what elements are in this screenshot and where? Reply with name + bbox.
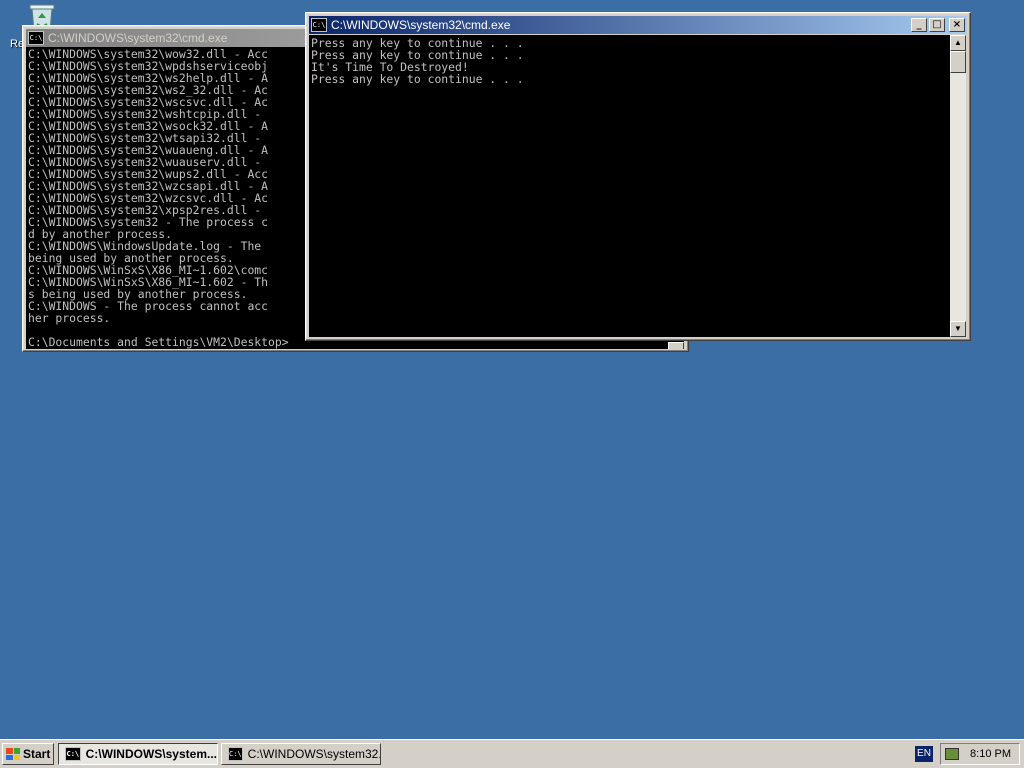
scroll-thumb[interactable]: [950, 51, 966, 73]
front-window-titlebar[interactable]: C:\ C:\WINDOWS\system32\cmd.exe _ □ ×: [309, 16, 967, 34]
front-window-vscrollbar[interactable]: ▲ ▼: [950, 35, 966, 337]
system-tray: 8:10 PM: [940, 743, 1020, 765]
maximize-button[interactable]: □: [929, 18, 945, 32]
cmd-icon: C:\: [228, 747, 243, 761]
scroll-down-button[interactable]: ▼: [950, 321, 966, 337]
cmd-icon: C:\: [65, 747, 81, 761]
cmd-icon: C:\: [311, 18, 327, 32]
close-button[interactable]: ×: [949, 18, 965, 32]
start-button[interactable]: Start: [2, 743, 54, 765]
minimize-button[interactable]: _: [911, 18, 927, 32]
clock[interactable]: 8:10 PM: [970, 748, 1011, 760]
taskbar: Start C:\ C:\WINDOWS\system... C:\ C:\WI…: [0, 739, 1024, 768]
taskbar-item-label: C:\WINDOWS\system32...: [247, 747, 381, 761]
start-label: Start: [23, 747, 51, 761]
front-console-output[interactable]: Press any key to continue . . . Press any…: [309, 35, 950, 337]
cmd-icon: C:\: [28, 31, 44, 45]
front-window-title: C:\WINDOWS\system32\cmd.exe: [331, 18, 511, 32]
taskbar-item-cmd-1[interactable]: C:\ C:\WINDOWS\system...: [58, 743, 218, 765]
taskbar-item-label: C:\WINDOWS\system...: [85, 747, 217, 761]
console-line: Press any key to continue . . .: [311, 72, 524, 86]
network-icon[interactable]: [945, 748, 959, 760]
language-indicator[interactable]: EN: [915, 746, 933, 762]
windows-logo-icon: [6, 748, 20, 760]
front-cmd-window[interactable]: C:\ C:\WINDOWS\system32\cmd.exe _ □ × Pr…: [305, 12, 971, 341]
back-window-hscroll-stub[interactable]: [668, 342, 684, 349]
scroll-up-button[interactable]: ▲: [950, 35, 966, 51]
taskbar-item-cmd-2[interactable]: C:\ C:\WINDOWS\system32...: [221, 743, 381, 765]
